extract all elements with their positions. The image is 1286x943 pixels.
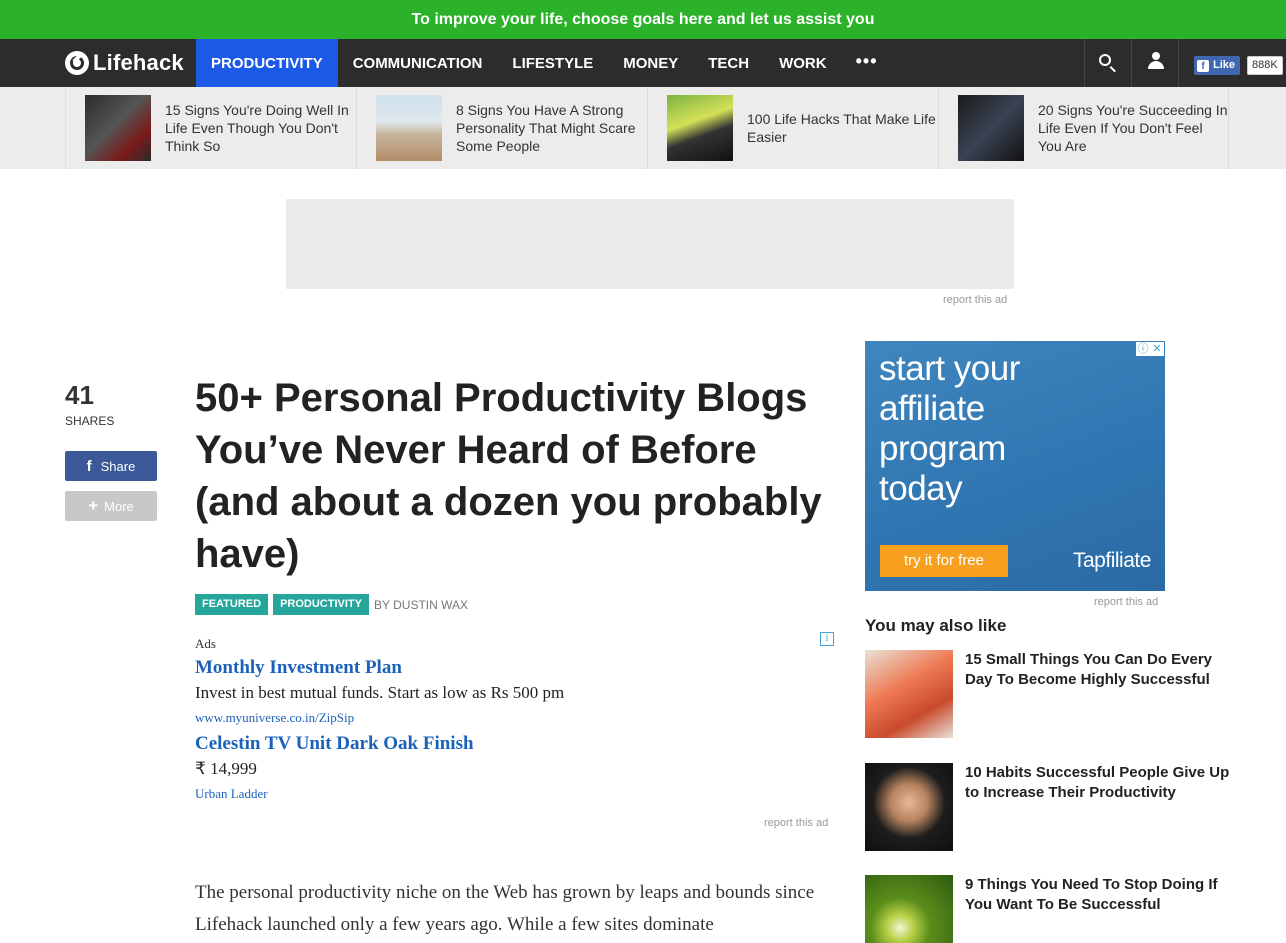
- trending-thumbnail: [958, 95, 1024, 161]
- tag-productivity[interactable]: PRODUCTIVITY: [273, 594, 369, 615]
- nav-item-tech[interactable]: TECH: [693, 39, 764, 87]
- ad-description: ₹ 14,999: [195, 759, 257, 778]
- facebook-like-button[interactable]: f Like: [1194, 56, 1241, 75]
- article-title: 50+ Personal Productivity Blogs You’ve N…: [195, 376, 822, 576]
- related-thumbnail: [865, 650, 953, 738]
- trending-item[interactable]: 8 Signs You Have A Strong Personality Th…: [356, 87, 647, 169]
- nav-item-productivity[interactable]: PRODUCTIVITY: [196, 39, 338, 87]
- report-ad-link[interactable]: report this ad: [1094, 596, 1158, 608]
- site-logo[interactable]: Lifehack: [65, 49, 184, 77]
- sidebar-ad-headline: start your affiliate program today: [879, 349, 1020, 509]
- info-icon[interactable]: ⓘ: [1136, 342, 1150, 356]
- ad-choices: ⓘ ✕: [1136, 342, 1164, 356]
- related-title: 9 Things You Need To Stop Doing If You W…: [965, 876, 1218, 913]
- article-byline[interactable]: BY DUSTIN WAX: [374, 598, 468, 612]
- nav-item-lifestyle[interactable]: LIFESTYLE: [497, 39, 608, 87]
- report-ad-link[interactable]: report this ad: [764, 817, 828, 829]
- tag-featured[interactable]: FEATURED: [195, 594, 269, 615]
- trending-title: 8 Signs You Have A Strong Personality Th…: [456, 102, 636, 154]
- related-article[interactable]: 10 Habits Successful People Give Up to I…: [865, 763, 1235, 853]
- sidebar-ad-cta-button[interactable]: try it for free: [880, 545, 1008, 577]
- related-article[interactable]: 15 Small Things You Can Do Every Day To …: [865, 650, 1235, 740]
- share-count: 41: [65, 380, 94, 410]
- logo-icon: [65, 51, 89, 75]
- goals-banner[interactable]: To improve your life, choose goals here …: [0, 0, 1286, 39]
- more-menu-icon[interactable]: •••: [842, 39, 892, 87]
- trending-thumbnail: [667, 95, 733, 161]
- trending-thumbnail: [376, 95, 442, 161]
- report-ad-link[interactable]: report this ad: [943, 294, 1007, 306]
- user-icon: [1148, 52, 1164, 70]
- ad-headline[interactable]: Celestin TV Unit Dark Oak Finish: [195, 733, 474, 755]
- leaderboard-ad[interactable]: [286, 199, 1014, 289]
- trending-title: 20 Signs You're Succeeding In Life Even …: [1038, 102, 1228, 154]
- ad-headline[interactable]: Monthly Investment Plan: [195, 657, 402, 679]
- sidebar-ad-line: affiliate: [879, 389, 985, 428]
- related-thumbnail: [865, 763, 953, 851]
- related-title: 15 Small Things You Can Do Every Day To …: [965, 651, 1213, 688]
- info-icon[interactable]: i: [820, 632, 834, 646]
- related-article[interactable]: 9 Things You Need To Stop Doing If You W…: [865, 875, 1235, 943]
- facebook-icon: f: [86, 457, 92, 475]
- facebook-like-widget: f Like 888K: [1178, 39, 1286, 87]
- sidebar-ad[interactable]: start your affiliate program today try i…: [865, 341, 1165, 591]
- sidebar-ad-line: start your: [879, 349, 1020, 388]
- sidebar-ad-line: program: [879, 429, 1006, 468]
- trending-item[interactable]: 20 Signs You're Succeeding In Life Even …: [938, 87, 1229, 169]
- nav-item-communication[interactable]: COMMUNICATION: [338, 39, 498, 87]
- facebook-like-count: 888K: [1247, 56, 1283, 75]
- ad-description: Invest in best mutual funds. Start as lo…: [195, 683, 565, 702]
- search-button[interactable]: [1084, 39, 1131, 87]
- nav-actions: f Like 888K: [1084, 39, 1286, 87]
- trending-item[interactable]: 15 Signs You're Doing Well In Life Even …: [65, 87, 356, 169]
- trending-item[interactable]: 100 Life Hacks That Make Life Easier: [647, 87, 938, 169]
- account-button[interactable]: [1131, 39, 1178, 87]
- plus-icon: +: [88, 496, 99, 515]
- facebook-like-label: Like: [1213, 59, 1236, 71]
- close-icon[interactable]: ✕: [1150, 342, 1164, 356]
- ad-url[interactable]: www.myuniverse.co.in/ZipSip: [195, 710, 354, 726]
- more-share-button[interactable]: + More: [65, 491, 157, 521]
- related-heading: You may also like: [865, 616, 1007, 635]
- nav-item-work[interactable]: WORK: [764, 39, 842, 87]
- article-tags: FEATURED PRODUCTIVITY BY DUSTIN WAX: [195, 594, 468, 615]
- nav-item-money[interactable]: MONEY: [608, 39, 693, 87]
- trending-title: 15 Signs You're Doing Well In Life Even …: [165, 102, 349, 154]
- facebook-icon: f: [1197, 59, 1209, 72]
- facebook-share-button[interactable]: f Share: [65, 451, 157, 481]
- sidebar-ad-brand: Tapfiliate: [1073, 549, 1151, 572]
- related-title: 10 Habits Successful People Give Up to I…: [965, 764, 1230, 801]
- ads-label: Ads: [195, 636, 216, 651]
- trending-title: 100 Life Hacks That Make Life Easier: [747, 111, 936, 145]
- share-button-label: Share: [100, 458, 136, 474]
- logo-text: Lifehack: [93, 50, 184, 75]
- trending-strip: 15 Signs You're Doing Well In Life Even …: [0, 87, 1286, 169]
- nav-menu: PRODUCTIVITY COMMUNICATION LIFESTYLE MON…: [196, 39, 892, 87]
- more-button-label: More: [104, 498, 134, 514]
- article-body: The personal productivity niche on the W…: [195, 882, 815, 935]
- related-thumbnail: [865, 875, 953, 943]
- main-navigation: Lifehack PRODUCTIVITY COMMUNICATION LIFE…: [0, 39, 1286, 87]
- sidebar-ad-line: today: [879, 469, 963, 508]
- ad-url[interactable]: Urban Ladder: [195, 786, 268, 802]
- trending-thumbnail: [85, 95, 151, 161]
- search-icon: [1099, 54, 1111, 66]
- share-count-label: SHARES: [65, 414, 115, 428]
